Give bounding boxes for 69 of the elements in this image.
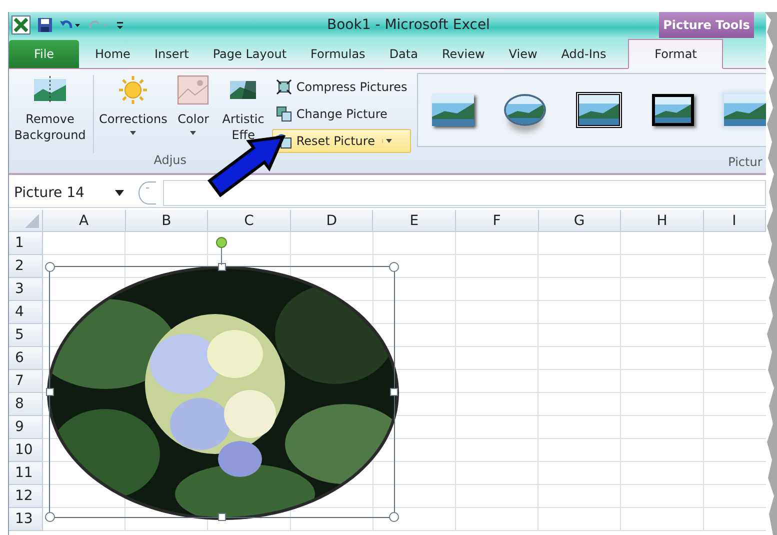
row-header[interactable]: 3 — [9, 278, 43, 301]
color-swatch-icon — [176, 75, 210, 105]
picture-style-thumbnail[interactable] — [652, 94, 694, 126]
picture-style-thumbnail[interactable] — [576, 92, 622, 128]
resize-handle[interactable] — [218, 513, 226, 521]
ribbon-tab[interactable]: Add-Ins — [549, 40, 618, 68]
landscape-icon — [33, 75, 67, 105]
ribbon-tab[interactable]: Data — [377, 40, 430, 68]
row-header[interactable]: 9 — [9, 416, 43, 439]
ribbon-button[interactable]: Corrections — [96, 75, 170, 135]
resize-handle[interactable] — [389, 512, 399, 522]
compress-icon — [276, 79, 292, 95]
column-header[interactable]: E — [373, 210, 456, 232]
picture-style-thumbnail[interactable] — [432, 94, 474, 126]
rotation-handle[interactable] — [216, 237, 227, 265]
ribbon-tab[interactable]: View — [496, 40, 550, 68]
column-header[interactable]: I — [704, 210, 766, 232]
row-header[interactable]: 5 — [9, 324, 43, 347]
ribbon-tab[interactable]: Formulas — [298, 40, 378, 68]
ribbon-button[interactable]: Color — [170, 75, 216, 135]
resize-handle-icon[interactable] — [137, 181, 157, 205]
resize-handle[interactable] — [218, 263, 226, 271]
picture-style-thumbnail[interactable] — [504, 94, 546, 126]
corner-triangle-icon — [25, 214, 39, 228]
save-icon[interactable] — [37, 17, 53, 33]
formula-field[interactable] — [163, 180, 766, 206]
resize-handle[interactable] — [390, 388, 398, 396]
change-picture-icon — [276, 106, 292, 122]
column-header[interactable]: G — [538, 210, 622, 232]
ribbon-tab[interactable]: Page Layout — [200, 40, 299, 68]
caret-icon — [190, 131, 196, 135]
row-header[interactable]: 13 — [9, 508, 43, 531]
ribbon-tab[interactable]: Format — [628, 39, 724, 69]
ribbon-tab[interactable]: Home — [83, 40, 142, 68]
ribbon-tab[interactable]: Review — [430, 40, 497, 68]
row-header[interactable]: 8 — [9, 393, 43, 416]
column-header[interactable]: F — [456, 210, 539, 232]
picture-style-thumbnail[interactable] — [724, 94, 766, 126]
row-header[interactable]: 7 — [9, 370, 43, 393]
row-header[interactable]: 10 — [9, 439, 43, 462]
ribbon-button[interactable]: Remove Background — [9, 75, 91, 143]
row-header[interactable]: 6 — [9, 347, 43, 370]
group-label: Adjus — [152, 153, 188, 169]
column-header[interactable]: C — [208, 210, 291, 232]
resize-handle[interactable] — [389, 262, 399, 272]
row-header[interactable]: 4 — [9, 301, 43, 324]
column-header[interactable]: H — [621, 210, 704, 232]
resize-handle[interactable] — [45, 512, 55, 522]
ribbon-button[interactable]: Change Picture — [272, 102, 412, 126]
resize-handle[interactable] — [45, 262, 55, 272]
dropdown-caret-icon — [115, 190, 124, 196]
group-label: Pictur — [727, 154, 764, 169]
caret-icon — [382, 139, 392, 143]
column-header[interactable]: D — [290, 210, 374, 232]
row-header[interactable]: 11 — [9, 462, 43, 485]
row-header[interactable]: 2 — [9, 255, 43, 278]
window-title: Book1 - Microsoft Excel — [327, 17, 490, 33]
ribbon-tab[interactable]: Insert — [142, 40, 201, 68]
resize-handle[interactable] — [46, 388, 54, 396]
column-header[interactable]: B — [126, 210, 208, 232]
row-header[interactable]: 12 — [9, 485, 43, 508]
context-tab-label: Picture Tools — [659, 12, 754, 38]
ribbon-tab[interactable]: File — [9, 40, 79, 68]
spreadsheet-logo-icon[interactable] — [11, 15, 31, 35]
column-header[interactable]: A — [43, 210, 126, 232]
caret-icon — [130, 131, 136, 135]
row-header[interactable]: 1 — [9, 232, 43, 255]
ribbon-button[interactable]: Reset Picture — [272, 129, 412, 153]
ribbon-button[interactable]: Compress Pictures — [272, 75, 412, 99]
